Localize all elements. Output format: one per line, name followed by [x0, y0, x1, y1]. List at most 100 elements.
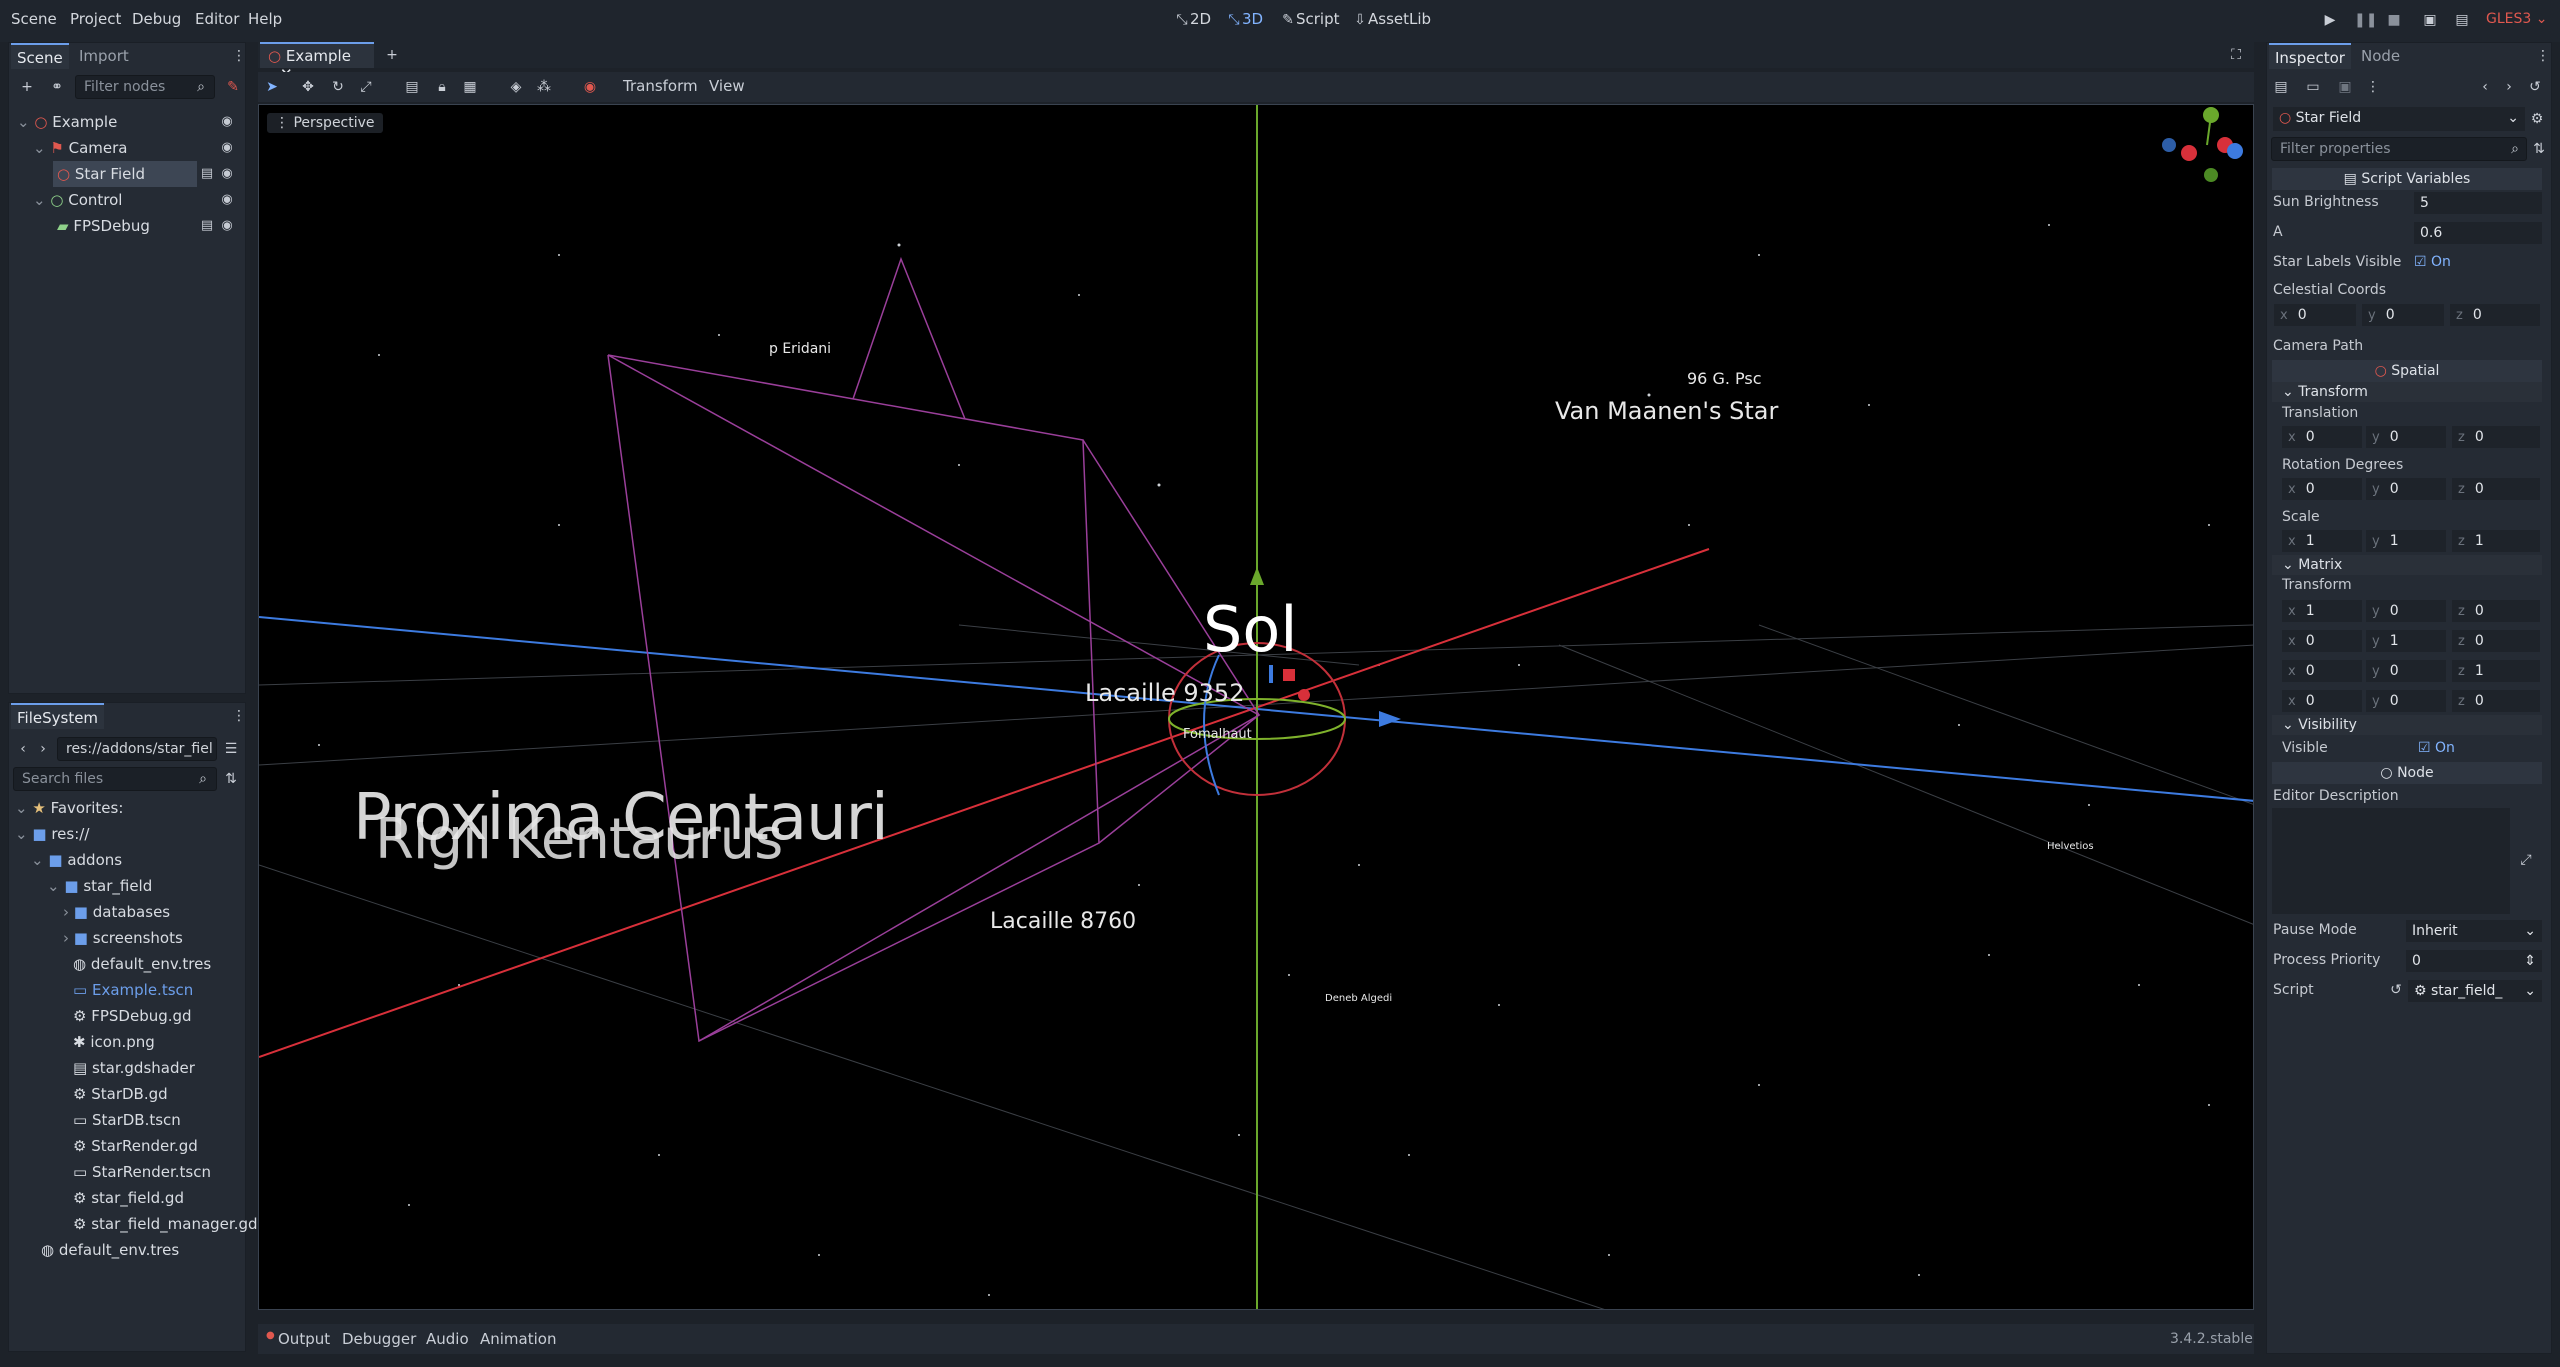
- snap-icon[interactable]: ⁂: [536, 79, 552, 95]
- select-tool-icon[interactable]: ➤: [264, 79, 280, 95]
- mode-script-button[interactable]: ✎ Script: [1280, 10, 1339, 28]
- tab-audio[interactable]: Audio: [426, 1330, 469, 1348]
- fs-file[interactable]: ⚙ StarDB.gd: [73, 1081, 168, 1107]
- matrix-subsection[interactable]: ⌄ Matrix: [2272, 555, 2542, 575]
- rotation-y-field[interactable]: y0: [2366, 478, 2446, 500]
- tree-node-fpsdebug[interactable]: ▰ FPSDebug: [57, 213, 150, 239]
- a-field[interactable]: 0.6: [2414, 222, 2542, 244]
- fs-file[interactable]: ⚙ star_field_manager.gd: [73, 1211, 258, 1237]
- celestial-y-field[interactable]: y0: [2362, 304, 2444, 326]
- script-variables-section[interactable]: ▤ Script Variables: [2272, 168, 2542, 190]
- node-section[interactable]: ○ Node: [2272, 762, 2542, 784]
- mode-assetlib-button[interactable]: ⇩ AssetLib: [1352, 10, 1431, 28]
- view-menu[interactable]: View: [709, 77, 745, 95]
- camera-preview-icon[interactable]: ◉: [582, 79, 598, 95]
- rotation-z-field[interactable]: z0: [2452, 478, 2540, 500]
- play-icon[interactable]: ▶: [2322, 12, 2338, 28]
- filter-properties-input[interactable]: Filter properties: [2271, 137, 2527, 161]
- fs-file[interactable]: ⚙ StarRender.gd: [73, 1133, 198, 1159]
- forward-icon[interactable]: ›: [35, 741, 51, 757]
- menu-editor[interactable]: Editor: [195, 10, 239, 28]
- matrix-field[interactable]: z0: [2452, 630, 2540, 652]
- local-space-icon[interactable]: ◈: [508, 79, 524, 95]
- search-files-input[interactable]: Search files: [13, 767, 217, 791]
- distraction-free-icon[interactable]: ⛶: [2228, 47, 2244, 63]
- tab-animation[interactable]: Animation: [480, 1330, 556, 1348]
- scale-tool-icon[interactable]: ⤢: [358, 79, 374, 95]
- fs-file[interactable]: ◍ default_env.tres: [41, 1237, 179, 1263]
- script-attached-icon[interactable]: ▤: [199, 166, 215, 182]
- rotate-tool-icon[interactable]: ↻: [330, 79, 346, 95]
- fs-star-field[interactable]: ⌄ ■ star_field: [47, 873, 152, 899]
- matrix-field[interactable]: z0: [2452, 690, 2540, 712]
- scale-y-field[interactable]: y1: [2366, 530, 2446, 552]
- translation-y-field[interactable]: y0: [2366, 426, 2446, 448]
- object-selector[interactable]: ○ Star Field ⌄: [2273, 107, 2525, 131]
- translation-x-field[interactable]: x0: [2282, 426, 2362, 448]
- tree-node-star-field[interactable]: ○ Star Field: [53, 161, 197, 187]
- 3d-viewport[interactable]: ⋮ Perspective Sol Lacaille 9352 Fomalhau…: [258, 104, 2254, 1310]
- transform-subsection[interactable]: ⌄ Transform: [2272, 382, 2542, 402]
- matrix-field[interactable]: y0: [2366, 600, 2446, 622]
- open-icon[interactable]: ▭: [2305, 79, 2321, 95]
- lock-icon[interactable]: 🔒︎: [434, 79, 450, 95]
- move-tool-icon[interactable]: ✥: [300, 79, 316, 95]
- list-select-icon[interactable]: ▤: [404, 79, 420, 95]
- menu-help[interactable]: Help: [248, 10, 282, 28]
- tab-inspector[interactable]: Inspector: [2269, 43, 2351, 69]
- matrix-field[interactable]: y1: [2366, 630, 2446, 652]
- fs-file[interactable]: ⚙ star_field.gd: [73, 1185, 184, 1211]
- visibility-eye-icon[interactable]: ◉: [219, 114, 235, 130]
- editor-description-textarea[interactable]: [2272, 808, 2510, 914]
- fs-file[interactable]: ▭ StarDB.tscn: [73, 1107, 181, 1133]
- star-labels-visible-checkbox[interactable]: ☑ On: [2414, 254, 2451, 270]
- fs-res-root[interactable]: ⌄ ■ res://: [15, 821, 89, 847]
- fs-file[interactable]: ◍ default_env.tres: [73, 951, 211, 977]
- matrix-field[interactable]: y0: [2366, 690, 2446, 712]
- fs-file[interactable]: ▤ star.gdshader: [73, 1055, 195, 1081]
- spatial-section[interactable]: ○ Spatial: [2272, 360, 2542, 382]
- split-view-icon[interactable]: ☰: [223, 741, 239, 757]
- tab-scene[interactable]: Scene: [11, 43, 69, 69]
- tab-import[interactable]: Import: [73, 43, 135, 69]
- path-input[interactable]: res://addons/star_fiel: [57, 737, 217, 761]
- pause-mode-select[interactable]: Inherit ⌄: [2406, 920, 2542, 942]
- matrix-field[interactable]: x1: [2282, 600, 2362, 622]
- tab-filesystem[interactable]: FileSystem: [11, 703, 105, 729]
- menu-scene[interactable]: Scene: [11, 10, 57, 28]
- scale-z-field[interactable]: z1: [2452, 530, 2540, 552]
- tree-node-example[interactable]: ⌄ ○ Example: [17, 109, 117, 135]
- fs-file[interactable]: ✱ icon.png: [73, 1029, 155, 1055]
- perspective-menu[interactable]: ⋮ Perspective: [267, 113, 383, 133]
- visible-checkbox[interactable]: ☑ On: [2418, 740, 2455, 756]
- mode-2d-button[interactable]: ⤡ 2D: [1174, 10, 1211, 28]
- fs-file[interactable]: ⚙ FPSDebug.gd: [73, 1003, 192, 1029]
- history-back-icon[interactable]: ‹: [2477, 79, 2493, 95]
- visibility-eye-icon[interactable]: ◉: [219, 192, 235, 208]
- sort-icon[interactable]: ⇅: [223, 771, 239, 787]
- tab-example[interactable]: ○ Example ✕: [260, 42, 374, 83]
- menu-debug[interactable]: Debug: [132, 10, 181, 28]
- translation-z-field[interactable]: z0: [2452, 426, 2540, 448]
- tree-node-camera[interactable]: ⌄ ⚑ Camera: [33, 135, 127, 161]
- visibility-eye-icon[interactable]: ◉: [219, 218, 235, 234]
- matrix-field[interactable]: x0: [2282, 690, 2362, 712]
- pause-icon[interactable]: ❚❚: [2354, 12, 2377, 28]
- matrix-field[interactable]: z0: [2452, 600, 2540, 622]
- dock-menu-icon[interactable]: ⋮: [231, 48, 247, 64]
- visibility-subsection[interactable]: ⌄ Visibility: [2272, 715, 2542, 735]
- more-icon[interactable]: ⋮: [2365, 79, 2381, 95]
- play-scene-icon[interactable]: ▣: [2422, 12, 2438, 28]
- scale-x-field[interactable]: x1: [2282, 530, 2362, 552]
- object-properties-icon[interactable]: ⚙: [2529, 111, 2545, 127]
- sun-brightness-field[interactable]: 5: [2414, 192, 2542, 214]
- fs-favorites[interactable]: ⌄ ★ Favorites:: [15, 795, 123, 821]
- rotation-x-field[interactable]: x0: [2282, 478, 2362, 500]
- history-icon[interactable]: ↺: [2527, 79, 2543, 95]
- tab-node[interactable]: Node: [2355, 43, 2406, 69]
- property-sort-icon[interactable]: ⇅: [2531, 141, 2547, 157]
- fs-addons[interactable]: ⌄ ■ addons: [31, 847, 122, 873]
- link-icon[interactable]: ⚭: [49, 79, 65, 95]
- save-icon[interactable]: ▣: [2337, 79, 2353, 95]
- visibility-eye-icon[interactable]: ◉: [219, 140, 235, 156]
